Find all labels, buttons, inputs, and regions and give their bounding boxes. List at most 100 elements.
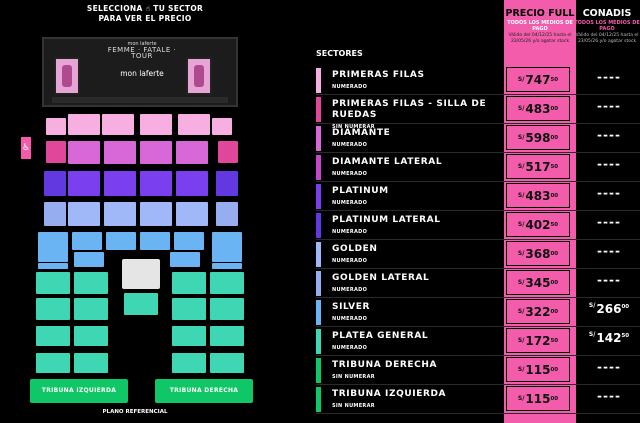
seating-block[interactable] — [104, 202, 136, 226]
seating-block[interactable] — [140, 232, 170, 250]
currency-symbol: S/ — [517, 337, 525, 344]
seating-block[interactable] — [140, 141, 172, 164]
seating-block[interactable] — [176, 202, 208, 226]
seating-block[interactable] — [124, 293, 158, 315]
conadis-price-value: ---- — [597, 215, 621, 229]
seating-block[interactable] — [68, 114, 100, 135]
seating-block[interactable] — [102, 114, 134, 135]
seating-block[interactable] — [38, 263, 68, 269]
seating-block[interactable] — [210, 326, 244, 346]
sector-seating-type: SIN NUMERAR — [332, 403, 375, 409]
price-amount: 517 — [525, 159, 551, 174]
seating-block[interactable] — [46, 141, 66, 163]
price-cents: 00 — [550, 308, 559, 315]
seating-block[interactable] — [72, 232, 102, 250]
conadis-price-value: S/14250 — [578, 331, 640, 345]
seating-block[interactable] — [178, 114, 210, 135]
sector-row[interactable]: SILVER NUMERADO S/322 00 S/26600 — [316, 298, 640, 327]
instruction-line2: PARA VER EL PRECIO — [98, 14, 192, 23]
control-booth — [122, 259, 160, 289]
sector-row[interactable]: GOLDEN LATERAL NUMERADO S/345 00 ---- — [316, 269, 640, 298]
seating-block[interactable] — [36, 272, 70, 294]
seating-block[interactable] — [68, 171, 100, 196]
seating-block[interactable] — [212, 263, 242, 269]
wheelchair-icon[interactable]: ♿ — [21, 137, 31, 159]
seating-block[interactable] — [46, 118, 66, 135]
sector-row[interactable]: DIAMANTE LATERAL NUMERADO S/517 50 ---- — [316, 153, 640, 182]
sector-seating-type: SIN NUMERAR — [332, 374, 375, 380]
seating-block[interactable] — [104, 141, 136, 164]
sector-row[interactable]: GOLDEN NUMERADO S/368 00 ---- — [316, 240, 640, 269]
seating-block[interactable] — [172, 298, 206, 320]
seating-block[interactable] — [140, 202, 172, 226]
price-cents: 00 — [550, 105, 559, 112]
tribune-right-button[interactable]: TRIBUNA DERECHA — [155, 379, 253, 403]
seating-block[interactable] — [36, 326, 70, 346]
price-amount: 483 — [525, 188, 551, 203]
seating-block[interactable] — [210, 353, 244, 373]
seating-block[interactable] — [140, 171, 172, 196]
seating-block[interactable] — [104, 171, 136, 196]
seating-block[interactable] — [176, 171, 208, 196]
sector-color-bar — [316, 329, 321, 354]
price-amount: 483 — [525, 101, 551, 116]
sector-name: DIAMANTE LATERAL NUMERADO — [332, 157, 502, 179]
price-amount: 747 — [525, 72, 551, 87]
seating-block[interactable] — [74, 252, 104, 267]
seating-block[interactable] — [38, 232, 68, 262]
price-cents: 50 — [550, 337, 559, 344]
seating-block[interactable] — [36, 298, 70, 320]
plano-referencial-label: PLANO REFERENCIAL — [102, 409, 168, 415]
sector-row[interactable]: TRIBUNA DERECHA SIN NUMERAR S/115 00 ---- — [316, 356, 640, 385]
sector-row[interactable]: PRIMERAS FILAS - SILLA DE RUEDAS SIN NUME… — [316, 95, 640, 130]
price-full-value: S/483 00 — [506, 183, 570, 208]
seating-block[interactable] — [170, 252, 200, 267]
seating-block[interactable] — [174, 232, 204, 250]
sector-row[interactable]: DIAMANTE NUMERADO S/598 00 ---- — [316, 124, 640, 153]
conadis-price-value: ---- — [597, 157, 621, 171]
sectors-title: SECTORES — [316, 49, 363, 58]
price-full-value: S/345 00 — [506, 270, 570, 295]
seating-block[interactable] — [210, 272, 244, 294]
seating-block[interactable] — [212, 118, 232, 135]
sector-name: PRIMERAS FILAS NUMERADO — [332, 70, 502, 92]
conadis-title: CONADIS — [582, 8, 632, 19]
sector-row[interactable]: PRIMERAS FILAS NUMERADO S/747 50 ---- — [316, 66, 640, 95]
seating-block[interactable] — [44, 202, 66, 226]
sector-color-bar — [316, 358, 321, 383]
sector-row[interactable]: PLATINUM NUMERADO S/483 00 ---- — [316, 182, 640, 211]
seating-block[interactable] — [44, 171, 66, 196]
seating-block[interactable] — [172, 272, 206, 294]
seating-block[interactable] — [106, 232, 136, 250]
seating-block[interactable] — [74, 272, 108, 294]
currency-symbol: S/ — [517, 221, 525, 228]
sector-row[interactable]: PLATINUM LATERAL NUMERADO S/402 50 ---- — [316, 211, 640, 240]
sector-seating-type: NUMERADO — [332, 287, 368, 293]
seating-block[interactable] — [212, 232, 242, 262]
tribune-left-button[interactable]: TRIBUNA IZQUIERDA — [30, 379, 128, 403]
seating-block[interactable] — [210, 298, 244, 320]
price-amount: 402 — [525, 217, 551, 232]
price-full-value: S/322 00 — [506, 299, 570, 324]
seating-block[interactable] — [216, 202, 238, 226]
price-full-value: S/598 00 — [506, 125, 570, 150]
seating-block[interactable] — [68, 141, 100, 164]
seating-block[interactable] — [68, 202, 100, 226]
sector-name-text: TRIBUNA IZQUIERDA — [332, 389, 447, 399]
currency-symbol: S/ — [517, 105, 525, 112]
seating-block[interactable] — [176, 141, 208, 164]
price-full-value: S/747 50 — [506, 67, 570, 92]
seating-block[interactable] — [140, 114, 172, 135]
seating-block[interactable] — [36, 353, 70, 373]
seating-block[interactable] — [216, 171, 238, 196]
seating-block[interactable] — [172, 353, 206, 373]
sector-name-text: PLATINUM LATERAL — [332, 215, 441, 225]
seating-block[interactable] — [74, 326, 108, 346]
sector-seating-type: NUMERADO — [332, 258, 368, 264]
seating-block[interactable] — [74, 353, 108, 373]
sector-row[interactable]: PLATEA GENERAL NUMERADO S/172 50 S/14250 — [316, 327, 640, 356]
seating-block[interactable] — [172, 326, 206, 346]
seating-block[interactable] — [218, 141, 238, 163]
sector-row[interactable]: TRIBUNA IZQUIERDA SIN NUMERAR S/115 00 ---- — [316, 385, 640, 414]
seating-block[interactable] — [74, 298, 108, 320]
